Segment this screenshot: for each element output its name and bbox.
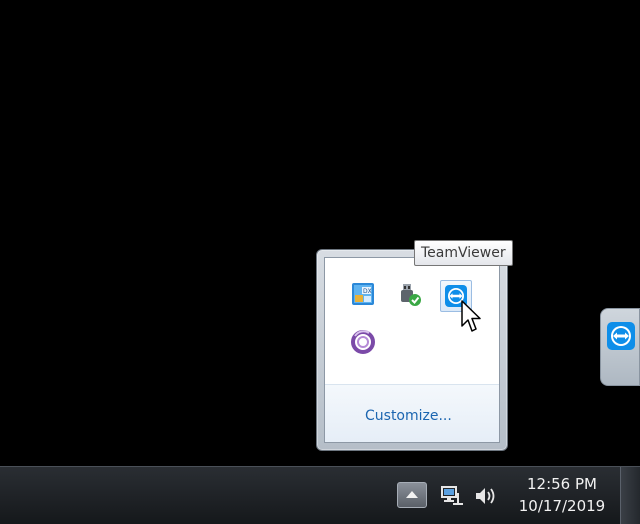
flyout-content: DX Customize... bbox=[324, 257, 500, 443]
taskbar-clock[interactable]: 12:56 PM 10/17/2019 bbox=[508, 473, 616, 517]
customize-section: Customize... bbox=[325, 385, 499, 442]
mouse-cursor-icon bbox=[461, 300, 481, 332]
safely-remove-hardware-icon[interactable] bbox=[395, 280, 423, 308]
clock-time: 12:56 PM bbox=[527, 475, 597, 493]
volume-icon[interactable] bbox=[474, 485, 498, 507]
remote-desktop-tray-icon[interactable]: DX bbox=[349, 280, 377, 308]
clock-date: 10/17/2019 bbox=[518, 497, 606, 515]
taskbar: 12:56 PM 10/17/2019 bbox=[0, 466, 640, 524]
up-arrow-icon bbox=[406, 491, 418, 498]
svg-text:DX: DX bbox=[363, 288, 372, 295]
show-hidden-icons-button[interactable] bbox=[397, 482, 427, 508]
teamviewer-icon bbox=[607, 322, 635, 350]
teamviewer-side-panel-tab[interactable] bbox=[600, 308, 640, 386]
network-icon[interactable] bbox=[440, 485, 464, 507]
notification-overflow-flyout: DX Customize... bbox=[316, 249, 508, 451]
purple-ring-app-icon[interactable] bbox=[349, 328, 377, 356]
show-desktop-button[interactable] bbox=[620, 467, 640, 524]
customize-link[interactable]: Customize... bbox=[365, 408, 452, 424]
teamviewer-tooltip: TeamViewer bbox=[414, 240, 513, 266]
